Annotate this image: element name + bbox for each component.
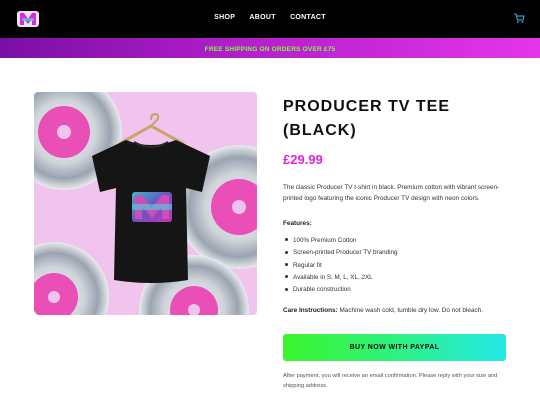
product-photo-illustration xyxy=(34,92,257,315)
care-text: Machine wash cold, tumble dry low. Do no… xyxy=(339,307,483,314)
care-label: Care Instructions: xyxy=(283,307,338,314)
feature-text: Regular fit xyxy=(293,261,322,269)
bullet-icon xyxy=(285,275,288,279)
buy-button-label: BUY NOW WITH PAYPAL xyxy=(349,344,440,351)
bullet-icon xyxy=(285,250,288,254)
top-navigation-bar: SHOP ABOUT CONTACT xyxy=(0,0,540,38)
bullet-icon xyxy=(285,262,288,266)
care-instructions: Care Instructions: Machine wash cold, tu… xyxy=(283,307,508,314)
feature-text: Screen-printed Producer TV branding xyxy=(293,249,398,257)
features-list: 100% Premium Cotton Screen-printed Produ… xyxy=(283,236,508,297)
list-item: Durable construction xyxy=(283,285,508,297)
features-heading: Features: xyxy=(283,220,312,227)
nav-shop[interactable]: SHOP xyxy=(214,14,235,21)
product-description: The classic Producer TV t-shirt in black… xyxy=(283,184,500,202)
main-nav: SHOP ABOUT CONTACT xyxy=(0,14,540,21)
product-title-line-2: (BLACK) xyxy=(283,122,357,139)
product-price: £29.99 xyxy=(283,152,323,167)
promo-text: FREE SHIPPING ON ORDERS OVER £75 xyxy=(204,46,336,53)
list-item: Screen-printed Producer TV branding xyxy=(283,248,508,260)
list-item: Available in S, M, L, XL, 2XL xyxy=(283,273,508,285)
product-photo xyxy=(34,92,257,315)
feature-text: Durable construction xyxy=(293,286,351,294)
product-title: PRODUCER TV TEE (BLACK) xyxy=(283,95,513,143)
buy-now-paypal-button[interactable]: BUY NOW WITH PAYPAL xyxy=(283,334,506,361)
nav-contact[interactable]: CONTACT xyxy=(290,14,326,21)
bullet-icon xyxy=(285,287,288,291)
product-title-line-1: PRODUCER TV TEE xyxy=(283,98,451,115)
cart-icon[interactable] xyxy=(513,12,525,24)
list-item: Regular fit xyxy=(283,261,508,273)
after-payment-note: After payment, you will receive an email… xyxy=(283,373,498,389)
feature-text: 100% Premium Cotton xyxy=(293,237,357,244)
promo-banner: FREE SHIPPING ON ORDERS OVER £75 xyxy=(0,38,540,58)
bullet-icon xyxy=(285,238,288,242)
feature-text: Available in S, M, L, XL, 2XL xyxy=(293,273,373,281)
list-item: 100% Premium Cotton xyxy=(283,236,508,248)
nav-about[interactable]: ABOUT xyxy=(249,14,275,21)
